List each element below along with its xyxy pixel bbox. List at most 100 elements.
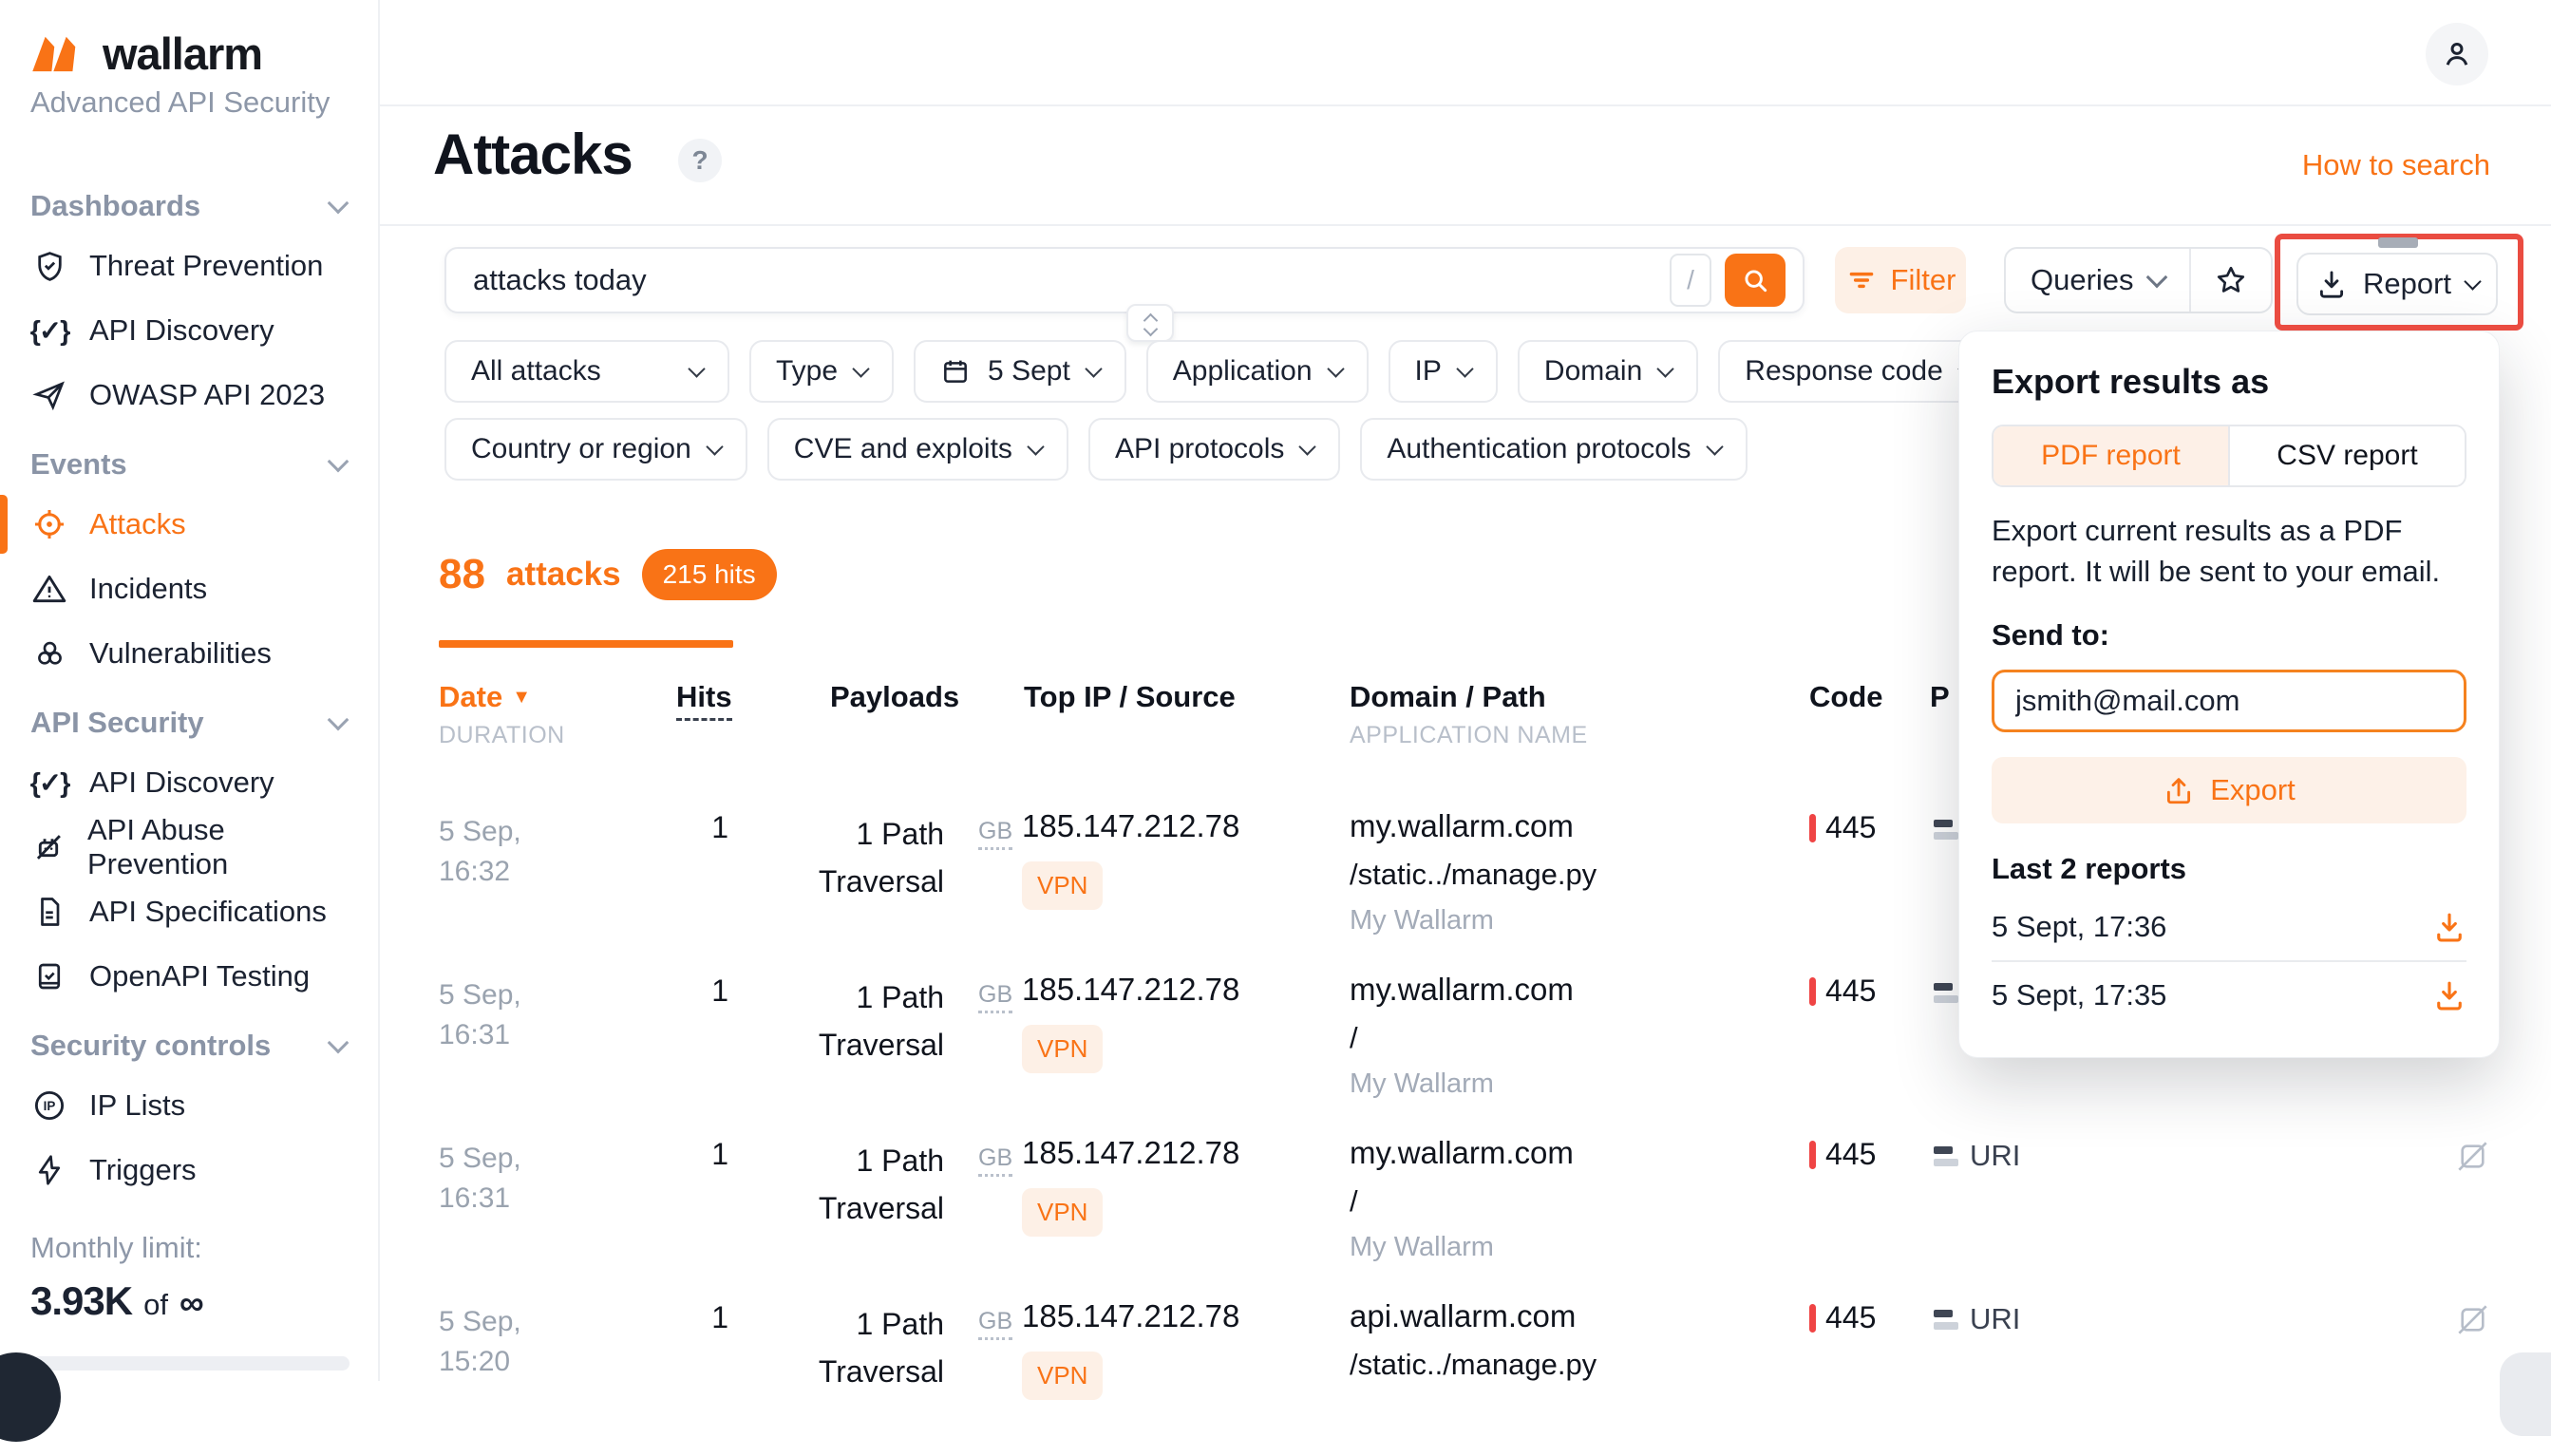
column-header-code: Code [1809,680,1883,714]
chevron-down-icon [1327,360,1344,377]
brand[interactable]: wallarm [30,27,378,80]
table-row[interactable]: 5 Sep,15:20 1 1 PathTraversal GB 185.147… [439,1293,2526,1456]
cell-application: My Wallarm [1350,905,1494,936]
sidebar-item-api-abuse-prevention[interactable]: API Abuse Prevention [30,815,346,879]
cell-ip[interactable]: 185.147.212.78 [1022,972,1239,1008]
results-summary[interactable]: 88 attacks 215 hits [439,549,777,600]
filter-icon [1845,264,1878,296]
code-status-bar [1809,814,1816,842]
active-tab-underline [439,640,733,648]
corner-widget-peek[interactable] [2500,1352,2551,1436]
cell-date: 5 Sep, 16:31 [439,975,600,1055]
filter-ip[interactable]: IP [1389,340,1498,403]
export-popup-title: Export results as [1992,362,2466,402]
download-report-icon[interactable] [2432,978,2466,1012]
document-icon [30,895,68,929]
star-icon [2214,263,2248,297]
sidebar-item-owasp-api-2023[interactable]: OWASP API 2023 [30,363,346,427]
sidebar-section-api-security[interactable]: API Security [30,695,346,750]
param-icon [1934,983,1958,1003]
cell-ip[interactable]: 185.147.212.78 [1022,808,1239,844]
favorite-star-button[interactable] [2189,249,2271,312]
sidebar-item-openapi-testing[interactable]: OpenAPI Testing [30,944,346,1009]
filter-button[interactable]: Filter [1835,247,1966,313]
download-icon [2315,268,2348,300]
sidebar-item-incidents[interactable]: Incidents [30,557,346,621]
warning-triangle-icon [30,571,68,607]
help-icon[interactable]: ? [678,139,722,182]
robot-slash-icon [30,829,66,865]
filter-domain[interactable]: Domain [1518,340,1698,403]
country-code[interactable]: GB [978,818,1012,850]
braces-icon: {✓} [30,314,68,348]
slash-shortcut-badge: / [1670,254,1711,307]
cell-date: 5 Sep, [439,1302,600,1342]
cell-ip[interactable]: 185.147.212.78 [1022,1135,1239,1171]
cell-domain[interactable]: my.wallarm.com [1350,1135,1574,1171]
sidebar-item-triggers[interactable]: Triggers [30,1138,346,1202]
search-input[interactable] [471,262,1670,298]
search-expander-handle[interactable] [1126,304,1174,342]
cell-domain[interactable]: my.wallarm.com [1350,972,1574,1008]
cell-path: /static../manage.py [1350,858,1597,892]
plane-icon [30,378,68,412]
pdf-report-tab[interactable]: PDF report [1994,426,2228,485]
svg-text:IP: IP [44,1099,56,1113]
chevron-down-icon [1706,438,1723,455]
sidebar-item-attacks[interactable]: Attacks [30,492,346,557]
sidebar-item-threat-prevention[interactable]: Threat Prevention [30,234,346,298]
filter-response-code[interactable]: Response code [1718,340,1998,403]
cell-ip[interactable]: 185.147.212.78 [1022,1298,1239,1334]
filter-date[interactable]: 5 Sept [914,340,1126,403]
sidebar-section-events[interactable]: Events [30,437,346,492]
filter-application[interactable]: Application [1146,340,1369,403]
how-to-search-link[interactable]: How to search [2302,148,2490,182]
column-subheader-application-name: APPLICATION NAME [1350,722,1588,749]
export-button[interactable]: Export [1992,757,2466,823]
table-row[interactable]: 5 Sep, 16:31 1 1 PathTraversal GB 185.14… [439,1129,2526,1293]
cell-domain[interactable]: api.wallarm.com [1350,1298,1576,1334]
filter-auth-protocols[interactable]: Authentication protocols [1360,418,1747,481]
vpn-badge: VPN [1022,1352,1103,1400]
email-field[interactable] [1992,670,2466,732]
exclude-slash-square-icon[interactable] [2455,1302,2490,1337]
chevron-down-icon [2145,267,2167,289]
csv-report-tab[interactable]: CSV report [2228,426,2465,485]
country-code[interactable]: GB [978,1308,1012,1340]
user-avatar[interactable] [2426,23,2488,85]
search-button[interactable] [1725,254,1786,307]
country-code[interactable]: GB [978,981,1012,1013]
column-header-date[interactable]: Date▼ [439,680,531,714]
report-button[interactable]: Report [2296,253,2498,315]
code-status-bar [1809,1141,1816,1169]
page-title: Attacks [433,122,633,187]
sidebar-item-ip-lists[interactable]: IP IP Lists [30,1073,346,1138]
cell-application: My Wallarm [1350,1068,1494,1100]
queries-button[interactable]: Queries [2006,249,2189,312]
column-header-hits[interactable]: Hits [676,680,732,721]
attack-count-label: attacks [506,556,621,594]
column-header-top-ip: Top IP / Source [1024,680,1236,714]
filter-api-protocols[interactable]: API protocols [1088,418,1340,481]
sidebar-item-api-specifications[interactable]: API Specifications [30,879,346,944]
sidebar-item-vulnerabilities[interactable]: Vulnerabilities [30,621,346,686]
sidebar-section-dashboards[interactable]: Dashboards [30,179,346,234]
code-status-bar [1809,1304,1816,1333]
shield-icon [30,249,68,284]
sidebar-item-api-discovery[interactable]: {✓} API Discovery [30,298,346,363]
exclude-slash-square-icon[interactable] [2455,1139,2490,1174]
sidebar-item-api-discovery-2[interactable]: {✓} API Discovery [30,750,346,815]
filter-all-attacks[interactable]: All attacks [444,340,729,403]
filter-country[interactable]: Country or region [444,418,747,481]
country-code[interactable]: GB [978,1144,1012,1177]
download-report-icon[interactable] [2432,910,2466,944]
cell-code: 445 [1825,1300,1876,1335]
cell-domain[interactable]: my.wallarm.com [1350,808,1574,844]
filter-type[interactable]: Type [749,340,894,403]
sidebar-section-security-controls[interactable]: Security controls [30,1018,346,1073]
filter-cve[interactable]: CVE and exploits [767,418,1068,481]
cell-code: 445 [1825,810,1876,845]
header-divider [380,104,2551,106]
cell-code: 445 [1825,1137,1876,1172]
chevron-down-icon [1456,360,1473,377]
